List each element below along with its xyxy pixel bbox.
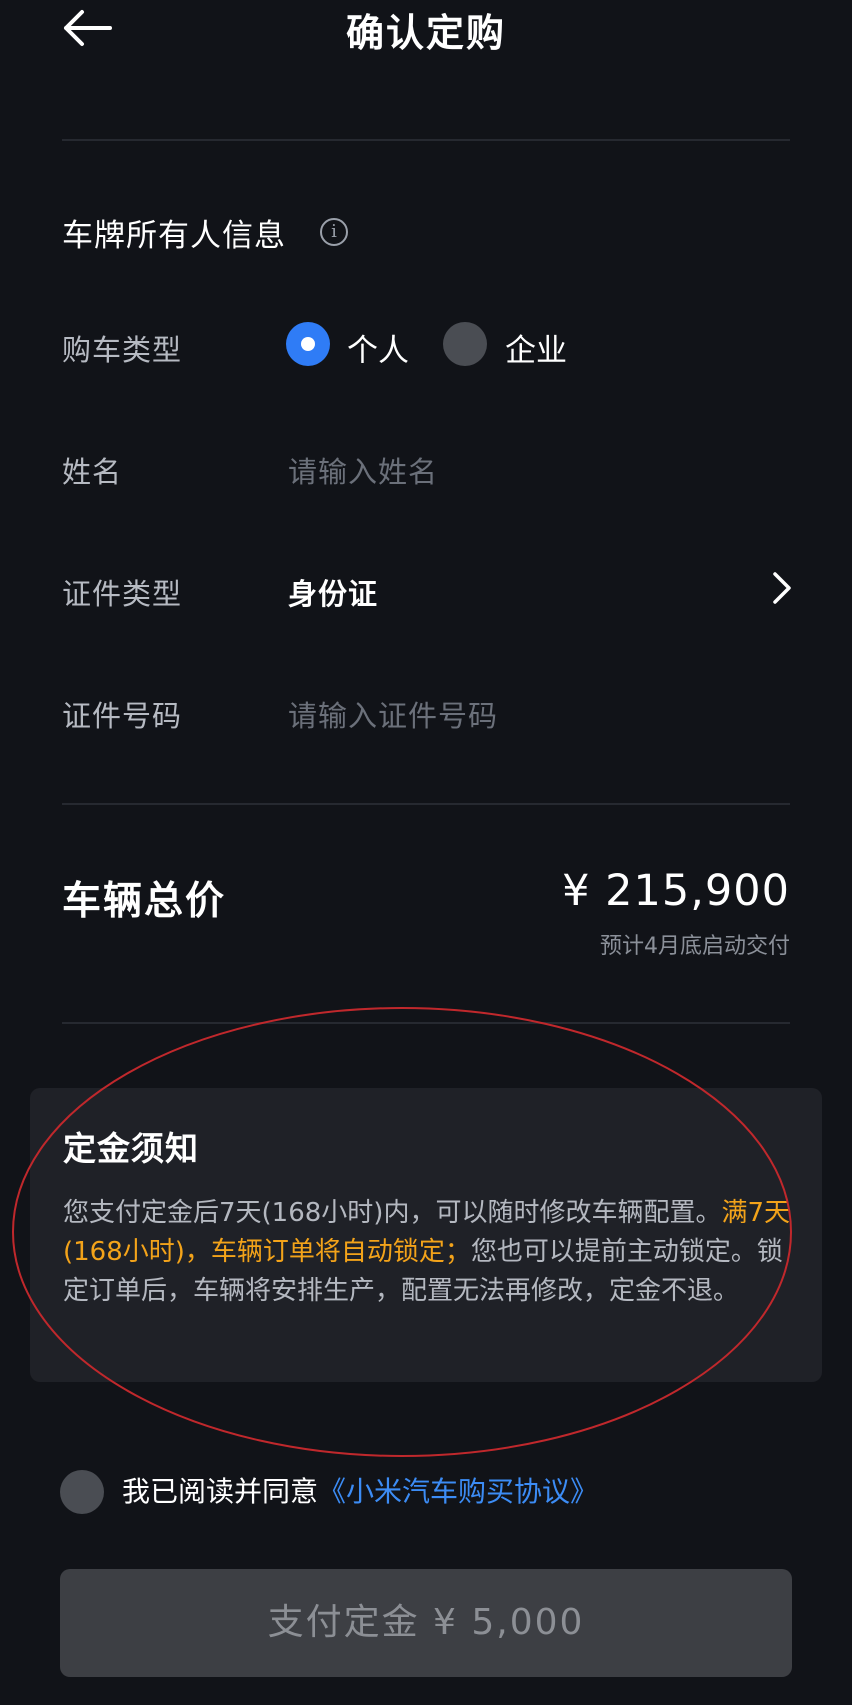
notice-title: 定金须知 <box>63 1129 199 1168</box>
name-input[interactable]: 请输入姓名 <box>288 449 438 491</box>
total-price-value: ¥ 215,900 <box>562 866 790 916</box>
agreement-checkbox[interactable] <box>60 1470 104 1514</box>
purchase-type-label: 购车类型 <box>62 333 183 367</box>
chevron-right-icon[interactable] <box>770 568 794 608</box>
delivery-estimate: 预计4月底启动交付 <box>600 934 790 959</box>
divider <box>62 139 790 141</box>
id-type-select[interactable]: 身份证 <box>288 571 378 613</box>
section-title-owner-info: 车牌所有人信息 <box>62 218 286 254</box>
id-number-label: 证件号码 <box>62 699 183 733</box>
notice-text: 您支付定金后7天(168小时)内，可以随时修改车辆配置。 <box>63 1198 722 1228</box>
divider <box>62 803 790 805</box>
agreement-text: 我已阅读并同意《小米汽车购买协议》 <box>122 1470 598 1510</box>
total-price-label: 车辆总价 <box>62 879 227 924</box>
radio-enterprise[interactable] <box>443 322 487 366</box>
header: 确认定购 <box>0 0 852 60</box>
notice-body: 您支付定金后7天(168小时)内，可以随时修改车辆配置。满7天(168小时)，车… <box>63 1194 803 1311</box>
deposit-notice-card: 定金须知 您支付定金后7天(168小时)内，可以随时修改车辆配置。满7天(168… <box>30 1088 822 1382</box>
name-label: 姓名 <box>62 455 123 489</box>
agreement-link[interactable]: 《小米汽车购买协议》 <box>318 1475 598 1508</box>
radio-personal-label[interactable]: 个人 <box>347 325 409 370</box>
info-icon[interactable]: i <box>320 218 348 246</box>
confirm-order-page: 确认定购 车牌所有人信息 i 购车类型 个人 企业 姓名 请输入姓名 证件类型 … <box>0 0 852 1705</box>
pay-deposit-button[interactable]: 支付定金 ¥ 5,000 <box>60 1569 792 1677</box>
radio-personal[interactable] <box>286 322 330 366</box>
divider <box>62 1022 790 1024</box>
id-type-label: 证件类型 <box>62 577 183 611</box>
page-title: 确认定购 <box>345 11 506 55</box>
id-number-input[interactable]: 请输入证件号码 <box>288 693 498 735</box>
radio-enterprise-label[interactable]: 企业 <box>505 325 567 370</box>
agreement-prefix: 我已阅读并同意 <box>122 1475 319 1508</box>
